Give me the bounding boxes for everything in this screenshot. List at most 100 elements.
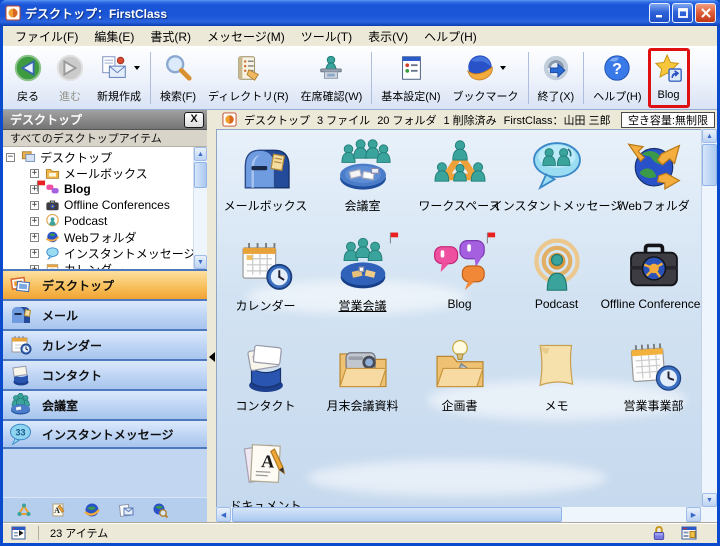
desktop-item-7[interactable]: Blog [411, 233, 508, 333]
panel-close-button[interactable]: X [184, 112, 204, 128]
quick-workspace-icon[interactable] [16, 502, 32, 518]
sidebar-subheader: すべてのデスクトップアイテム [3, 130, 207, 147]
tree-item-0[interactable]: −デスクトップ [3, 149, 193, 165]
tree-scrollbar[interactable]: ▲ ▼ [193, 147, 207, 269]
main-header: デスクトップ 3 ファイル 20 フォルダ 1 削除済み FirstClass：… [216, 110, 717, 129]
main-hscroll-thumb[interactable] [232, 507, 562, 522]
collapse-icon[interactable]: − [6, 153, 15, 162]
view-panel-icon[interactable] [681, 525, 697, 541]
quick-news-icon[interactable] [118, 502, 134, 518]
quick-document-icon[interactable]: A [50, 502, 66, 518]
desktop-item-5[interactable]: カレンダー [217, 233, 314, 333]
toolbar-directory-button[interactable]: ディレクトリ(R) [202, 48, 295, 108]
quick-web-search-icon[interactable] [152, 502, 168, 518]
expand-icon[interactable]: + [30, 217, 39, 226]
minimize-button[interactable] [649, 3, 670, 23]
scroll-down-icon[interactable]: ▼ [702, 493, 717, 507]
sidebar-filler [3, 449, 207, 497]
toolbar-forward-button[interactable]: 進む [49, 48, 91, 108]
dropdown-caret-icon[interactable] [134, 66, 140, 70]
tree-item-5[interactable]: +Webフォルダ [3, 229, 193, 245]
close-icon: X [190, 114, 197, 125]
desktop-item-2[interactable]: ワークスペース [411, 133, 508, 233]
maximize-button[interactable] [672, 3, 693, 23]
toolbar-logoff-button[interactable]: 終了(X) [532, 48, 581, 108]
desktop-item-1[interactable]: 会議室 [314, 133, 411, 233]
menu-item-6[interactable]: ヘルプ(H) [416, 27, 485, 46]
svg-text:33: 33 [15, 428, 25, 438]
tree-item-4[interactable]: +Podcast [3, 213, 193, 229]
desktop-item-14[interactable]: 営業事業部 [605, 333, 701, 433]
main-vscroll-thumb[interactable] [702, 144, 717, 186]
toolbar-help-button[interactable]: ?ヘルプ(H) [587, 48, 647, 108]
toolbar-new-message-button[interactable]: 新規作成 [91, 48, 147, 108]
desktop-item-0[interactable]: メールボックス [217, 133, 314, 233]
menu-item-0[interactable]: ファイル(F) [7, 27, 86, 46]
expand-icon[interactable]: + [30, 201, 39, 210]
toolbar-preferences-label: 基本設定(N) [381, 88, 440, 104]
desktop-item-15[interactable]: Aドキュメント [217, 433, 314, 507]
menu-item-4[interactable]: ツール(T) [293, 27, 360, 46]
menu-item-5[interactable]: 表示(V) [360, 27, 416, 46]
tree-item-6[interactable]: +インスタントメッセージ [3, 245, 193, 261]
scroll-right-icon[interactable]: ▶ [686, 507, 701, 522]
collapse-sidebar-icon[interactable] [209, 352, 215, 362]
toolbar-presence-button[interactable]: 在席確認(W) [295, 48, 369, 108]
expand-icon[interactable]: + [30, 169, 39, 178]
toolbar-separator [150, 52, 151, 104]
user-name: FirstClass：山田 三郎 [504, 112, 611, 128]
desktop-item-11[interactable]: 月末会議資料 [314, 333, 411, 433]
sidebar-nav-desktop[interactable]: デスクトップ [3, 269, 207, 299]
tree-scrollbar-track[interactable] [194, 189, 207, 255]
toolbar-bookmarks-button[interactable]: ブックマーク [447, 48, 525, 108]
sidebar-nav-calendar[interactable]: カレンダー [3, 329, 207, 359]
desktop-item-label: コンタクト [235, 397, 295, 414]
sidebar-splitter[interactable] [207, 110, 216, 522]
expand-icon[interactable]: + [30, 249, 39, 258]
main-vscroll-track[interactable] [702, 187, 717, 493]
sidebar-nav-contacts[interactable]: コンタクト [3, 359, 207, 389]
main-hscroll-track[interactable] [563, 507, 686, 522]
flag-icon [36, 180, 46, 192]
desktop-item-3[interactable]: インスタントメッセージ [508, 133, 605, 233]
desktop-item-13[interactable]: メモ [508, 333, 605, 433]
memo-icon [528, 337, 586, 395]
tree-item-label: カレンダー [64, 261, 124, 270]
tree-item-3[interactable]: +Offline Conferences [3, 197, 193, 213]
toggle-sidebar-icon[interactable] [11, 525, 27, 541]
scroll-up-icon[interactable]: ▲ [194, 147, 207, 161]
desktop-item-10[interactable]: コンタクト [217, 333, 314, 433]
help-icon: ? [602, 53, 632, 83]
dropdown-caret-icon[interactable] [500, 66, 506, 70]
menu-item-1[interactable]: 編集(E) [86, 27, 142, 46]
desktop-item-8[interactable]: Podcast [508, 233, 605, 333]
close-button[interactable] [695, 3, 716, 23]
tree-item-7[interactable]: +カレンダー [3, 261, 193, 269]
sidebar-nav-conferences[interactable]: 会議室 [3, 389, 207, 419]
directory-icon [233, 53, 263, 83]
toolbar-back-button[interactable]: 戻る [7, 48, 49, 108]
tree-item-1[interactable]: +メールボックス [3, 165, 193, 181]
desktop-item-6[interactable]: 営業会議 [314, 233, 411, 333]
toolbar-search-button[interactable]: 検索(F) [154, 48, 202, 108]
webfolder-icon [625, 137, 683, 195]
main-vertical-scrollbar[interactable]: ▲ ▼ [701, 129, 717, 507]
desktop-item-12[interactable]: 企画書 [411, 333, 508, 433]
tree-item-2[interactable]: +Blog [3, 181, 193, 197]
sidebar-nav-mail[interactable]: メール [3, 299, 207, 329]
sidebar-nav-instant-messages[interactable]: 33インスタントメッセージ [3, 419, 207, 449]
menu-item-3[interactable]: メッセージ(M) [199, 27, 293, 46]
scroll-down-icon[interactable]: ▼ [194, 255, 207, 269]
scroll-up-icon[interactable]: ▲ [702, 129, 717, 143]
toolbar-blog-button[interactable]: Blog [648, 48, 690, 108]
expand-icon[interactable]: + [30, 233, 39, 242]
desktop-item-4[interactable]: Webフォルダ [605, 133, 701, 233]
desktop-item-9[interactable]: Offline Conferences [605, 233, 701, 333]
toolbar-preferences-button[interactable]: 基本設定(N) [375, 48, 446, 108]
quick-web-folder-icon[interactable] [84, 502, 100, 518]
menu-item-2[interactable]: 書式(R) [142, 27, 199, 46]
tree-scrollbar-thumb[interactable] [194, 162, 207, 188]
scroll-left-icon[interactable]: ◀ [216, 507, 231, 522]
main-horizontal-scrollbar[interactable]: ◀ ▶ [216, 507, 701, 522]
firstclass-window: デスクトップ：FirstClass ファイル(F)編集(E)書式(R)メッセージ… [0, 0, 720, 546]
